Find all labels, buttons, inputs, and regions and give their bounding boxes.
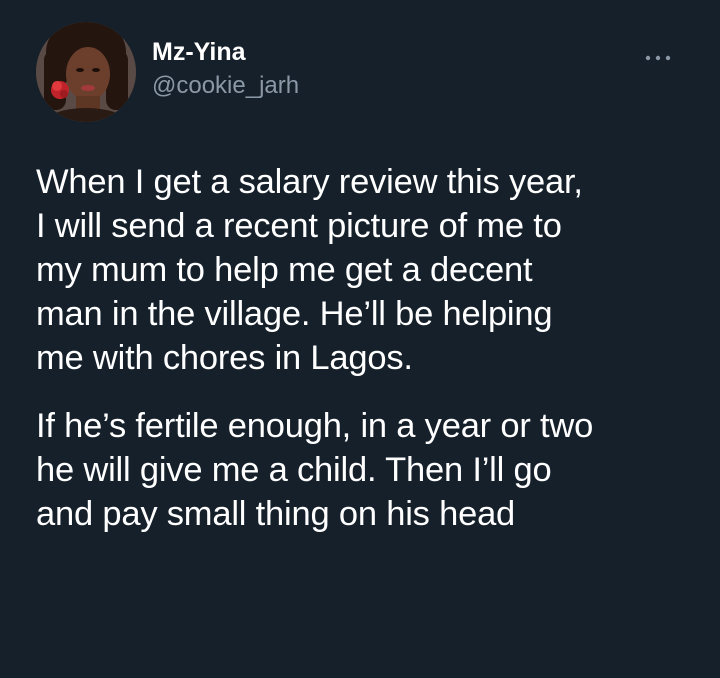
tweet-paragraph-2: If he’s fertile enough, in a year or two…	[36, 407, 594, 533]
avatar-portrait	[36, 22, 136, 122]
author-handle[interactable]: @cookie_jarh	[152, 70, 299, 102]
tweet-header: Mz-Yina @cookie_jarh	[36, 22, 686, 126]
author-names: Mz-Yina @cookie_jarh	[152, 36, 299, 102]
author-display-name[interactable]: Mz-Yina	[152, 36, 299, 68]
tweet-paragraph-1: When I get a salary review this year, I …	[36, 163, 583, 377]
tweet-card: Mz-Yina @cookie_jarh When I get a salary…	[0, 0, 720, 678]
more-horizontal-icon	[645, 55, 671, 61]
more-options-button[interactable]	[638, 46, 678, 70]
tweet-text: When I get a salary review this year, I …	[36, 160, 696, 536]
avatar[interactable]	[36, 22, 136, 122]
